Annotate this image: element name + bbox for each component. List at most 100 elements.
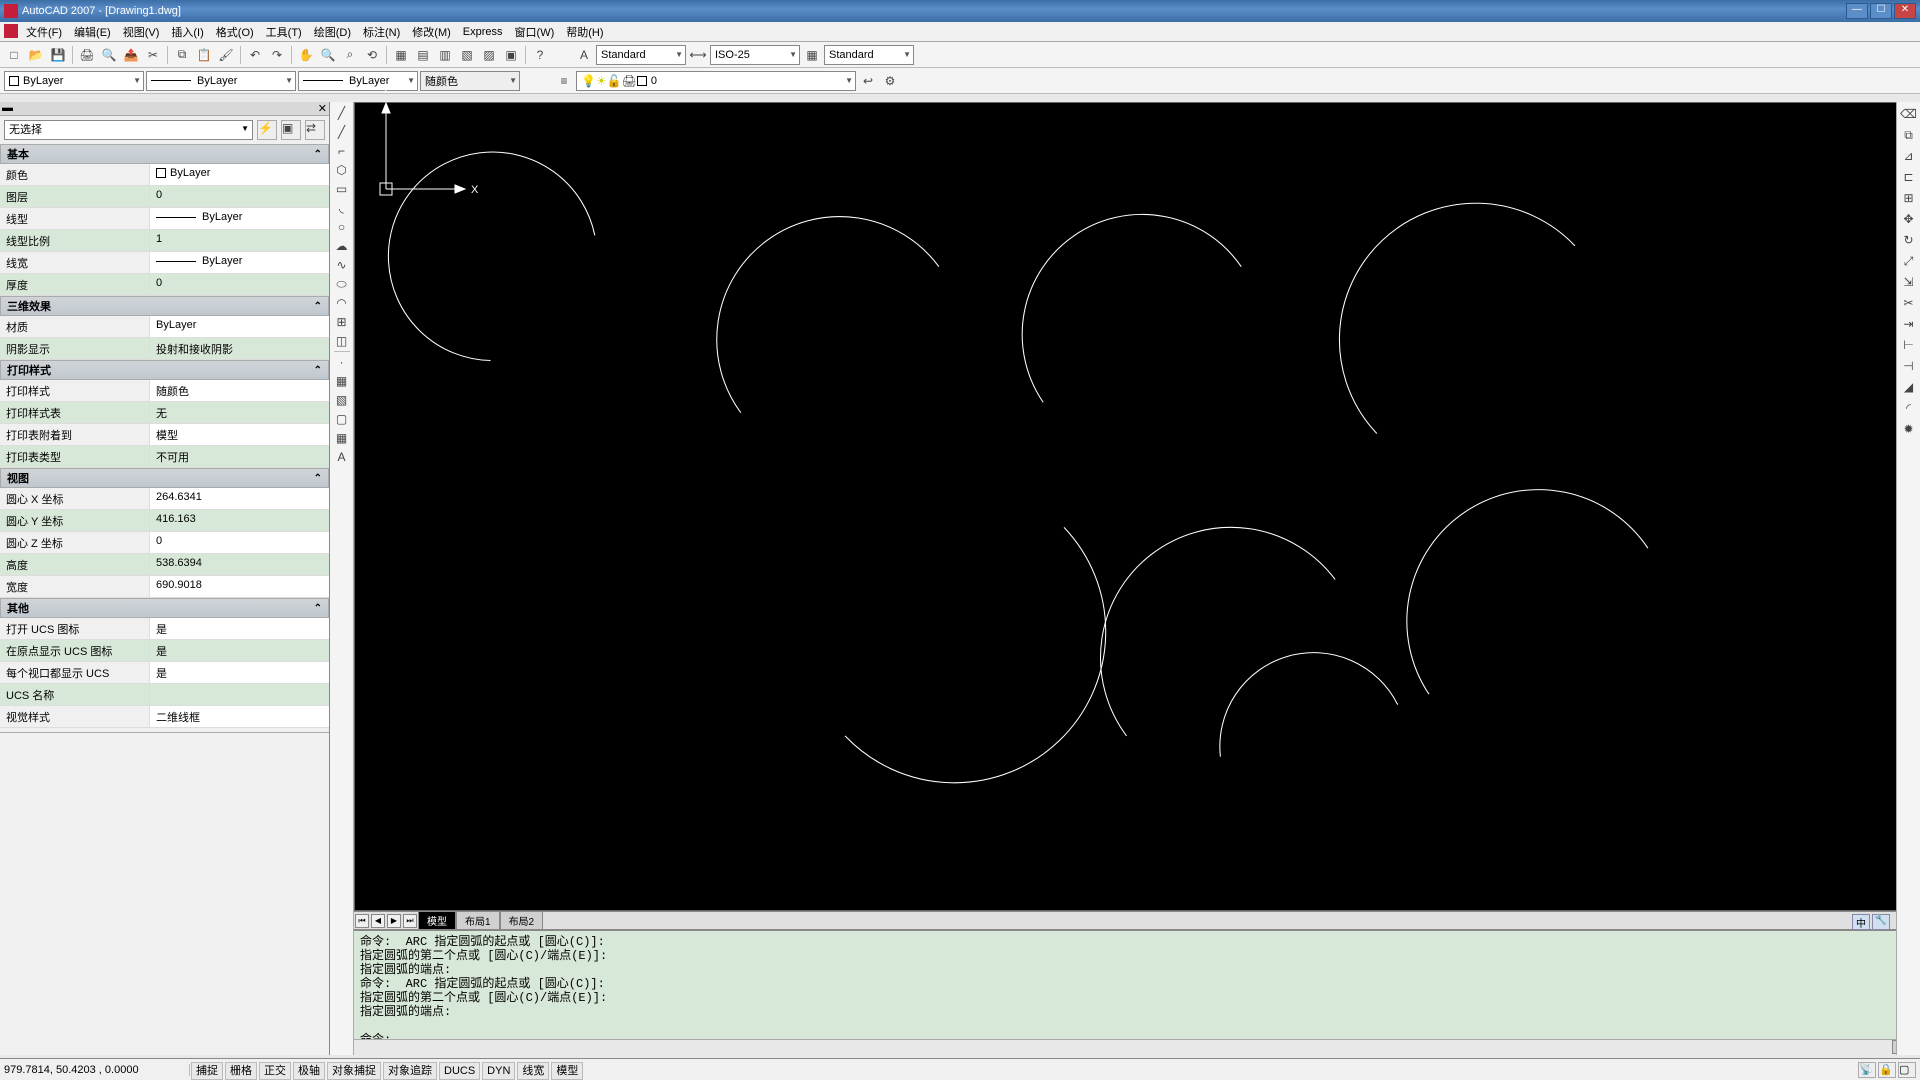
- status-toggle-线宽[interactable]: 线宽: [517, 1062, 549, 1080]
- property-row[interactable]: 高度538.6394: [0, 554, 329, 576]
- insert-tool[interactable]: ⊞: [332, 313, 352, 331]
- tab-layout1[interactable]: 布局1: [456, 911, 500, 930]
- quick-select-button[interactable]: ⚡: [257, 120, 277, 140]
- tab-prev-button[interactable]: ◀: [371, 914, 385, 928]
- property-row[interactable]: 线型ByLayer: [0, 208, 329, 230]
- open-button[interactable]: 📂: [26, 45, 46, 65]
- redo-button[interactable]: ↷: [267, 45, 287, 65]
- text-style-combo[interactable]: Standard: [596, 45, 686, 65]
- status-toggle-极轴[interactable]: 极轴: [293, 1062, 325, 1080]
- status-toggle-模型[interactable]: 模型: [551, 1062, 583, 1080]
- property-row[interactable]: 阴影显示投射和接收阴影: [0, 338, 329, 360]
- mtext-tool[interactable]: A: [332, 448, 352, 466]
- tp-button[interactable]: ▥: [435, 45, 455, 65]
- zoom-rt-button[interactable]: 🔍: [318, 45, 338, 65]
- pan-button[interactable]: ✋: [296, 45, 316, 65]
- property-value[interactable]: ByLayer: [150, 208, 329, 229]
- match-button[interactable]: 🖌: [216, 45, 236, 65]
- menu-express[interactable]: Express: [457, 24, 509, 40]
- dim-style-button[interactable]: ⟷: [688, 45, 708, 65]
- close-button[interactable]: ✕: [1894, 3, 1916, 19]
- tab-layout2[interactable]: 布局2: [500, 911, 544, 930]
- property-value[interactable]: 0: [150, 532, 329, 553]
- paste-button[interactable]: 📋: [194, 45, 214, 65]
- copy-tool[interactable]: ⧉: [1899, 125, 1919, 145]
- property-value[interactable]: ByLayer: [150, 316, 329, 337]
- status-toggle-DUCS[interactable]: DUCS: [439, 1062, 480, 1080]
- status-toggle-DYN[interactable]: DYN: [482, 1062, 515, 1080]
- preview-button[interactable]: 🔍: [99, 45, 119, 65]
- property-value[interactable]: 是: [150, 640, 329, 661]
- gradient-tool[interactable]: ▧: [332, 391, 352, 409]
- property-value[interactable]: 0: [150, 186, 329, 207]
- property-row[interactable]: 打印样式随颜色: [0, 380, 329, 402]
- undo-button[interactable]: ↶: [245, 45, 265, 65]
- property-value[interactable]: 是: [150, 618, 329, 639]
- dc-button[interactable]: ▤: [413, 45, 433, 65]
- property-row[interactable]: 在原点显示 UCS 图标是: [0, 640, 329, 662]
- point-tool[interactable]: ·: [332, 353, 352, 371]
- hatch-tool[interactable]: ▦: [332, 372, 352, 390]
- region-tool[interactable]: ▢: [332, 410, 352, 428]
- property-row[interactable]: 打印样式表无: [0, 402, 329, 424]
- zoom-prev-button[interactable]: ⟲: [362, 45, 382, 65]
- menu-modify[interactable]: 修改(M): [406, 22, 457, 42]
- fillet-tool[interactable]: ◜: [1899, 398, 1919, 418]
- property-value[interactable]: 投射和接收阴影: [150, 338, 329, 359]
- property-row[interactable]: 圆心 Z 坐标0: [0, 532, 329, 554]
- status-toggle-正交[interactable]: 正交: [259, 1062, 291, 1080]
- save-button[interactable]: 💾: [48, 45, 68, 65]
- text-style-button[interactable]: A: [574, 45, 594, 65]
- dim-style-combo[interactable]: ISO-25: [710, 45, 800, 65]
- clean-screen-icon[interactable]: ▢: [1898, 1062, 1916, 1078]
- line-tool[interactable]: ╱: [332, 104, 352, 122]
- property-row[interactable]: 打印表类型不可用: [0, 446, 329, 468]
- join-tool[interactable]: ⊣: [1899, 356, 1919, 376]
- toggle-pickadd-button[interactable]: ⇄: [305, 120, 325, 140]
- minimize-button[interactable]: —: [1846, 3, 1868, 19]
- status-toggle-对象捕捉[interactable]: 对象捕捉: [327, 1062, 381, 1080]
- property-value[interactable]: 模型: [150, 424, 329, 445]
- offset-tool[interactable]: ⊏: [1899, 167, 1919, 187]
- maximize-button[interactable]: ☐: [1870, 3, 1892, 19]
- status-toggle-对象追踪[interactable]: 对象追踪: [383, 1062, 437, 1080]
- polygon-tool[interactable]: ⬡: [332, 161, 352, 179]
- menu-insert[interactable]: 插入(I): [165, 22, 209, 42]
- property-row[interactable]: 图层0: [0, 186, 329, 208]
- property-value[interactable]: ByLayer: [150, 252, 329, 273]
- property-value[interactable]: 随颜色: [150, 380, 329, 401]
- property-value[interactable]: 690.9018: [150, 576, 329, 597]
- erase-tool[interactable]: ⌫: [1899, 104, 1919, 124]
- markup-button[interactable]: ▨: [479, 45, 499, 65]
- menu-window[interactable]: 窗口(W): [509, 22, 561, 42]
- property-row[interactable]: 打印表附着到模型: [0, 424, 329, 446]
- tab-next-button[interactable]: ▶: [387, 914, 401, 928]
- comm-center-icon[interactable]: 📡: [1858, 1062, 1876, 1078]
- property-value[interactable]: 无: [150, 402, 329, 423]
- zoom-win-button[interactable]: ⌕: [340, 45, 360, 65]
- array-tool[interactable]: ⊞: [1899, 188, 1919, 208]
- status-toggle-栅格[interactable]: 栅格: [225, 1062, 257, 1080]
- select-objects-button[interactable]: ▣: [281, 120, 301, 140]
- property-row[interactable]: UCS 名称: [0, 684, 329, 706]
- property-value[interactable]: 416.163: [150, 510, 329, 531]
- ellipse-arc-tool[interactable]: ◠: [332, 294, 352, 312]
- command-line[interactable]: 命令: ARC 指定圆弧的起点或 [圆心(C)]: 指定圆弧的第二个点或 [圆心…: [354, 929, 1920, 1039]
- command-text[interactable]: 命令: ARC 指定圆弧的起点或 [圆心(C)]: 指定圆弧的第二个点或 [圆心…: [354, 931, 1904, 1039]
- section-header[interactable]: 其他: [0, 598, 329, 618]
- selection-combo[interactable]: 无选择: [4, 120, 253, 140]
- property-row[interactable]: 每个视口都显示 UCS是: [0, 662, 329, 684]
- rotate-tool[interactable]: ↻: [1899, 230, 1919, 250]
- pline-tool[interactable]: ⌐: [332, 142, 352, 160]
- property-row[interactable]: 颜色ByLayer: [0, 164, 329, 186]
- property-value[interactable]: 264.6341: [150, 488, 329, 509]
- move-tool[interactable]: ✥: [1899, 209, 1919, 229]
- lock-ui-icon[interactable]: 🔒: [1878, 1062, 1896, 1078]
- arc-tool[interactable]: ◟: [332, 199, 352, 217]
- chamfer-tool[interactable]: ◢: [1899, 377, 1919, 397]
- extend-tool[interactable]: ⇥: [1899, 314, 1919, 334]
- property-value[interactable]: 不可用: [150, 446, 329, 467]
- property-value[interactable]: ByLayer: [150, 164, 329, 185]
- spline-tool[interactable]: ∿: [332, 256, 352, 274]
- property-row[interactable]: 打开 UCS 图标是: [0, 618, 329, 640]
